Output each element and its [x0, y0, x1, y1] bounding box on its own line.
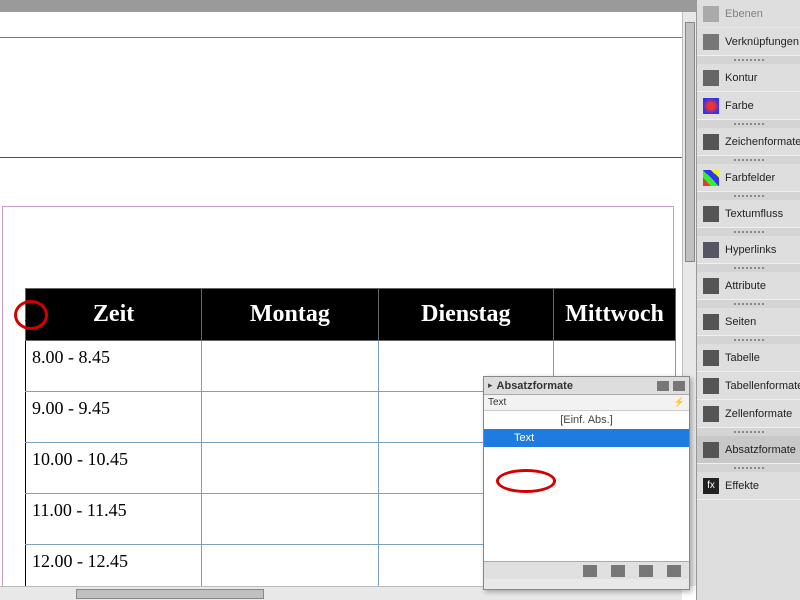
table-icon [703, 350, 719, 366]
panel-tab-zeichenformate[interactable]: Zeichenformate [697, 128, 800, 156]
trash-icon[interactable] [667, 565, 681, 577]
header-mittwoch[interactable]: Mittwoch [554, 289, 676, 341]
panel-tab-effekte[interactable]: fx Effekte [697, 472, 800, 500]
color-icon [703, 98, 719, 114]
panel-tab-tabelle[interactable]: Tabelle [697, 344, 800, 372]
header-zeit[interactable]: Zeit [26, 289, 202, 341]
annotation-circle [496, 469, 556, 493]
layers-icon [703, 6, 719, 22]
new-style-icon[interactable] [639, 565, 653, 577]
app-topbar [0, 0, 800, 12]
cell-time[interactable]: 9.00 - 9.45 [26, 392, 202, 443]
panel-tab-seiten[interactable]: Seiten [697, 308, 800, 336]
folder-icon[interactable] [583, 565, 597, 577]
panel-label: Absatzformate [725, 444, 796, 456]
cell[interactable] [202, 545, 378, 591]
panel-label: Tabellenformate [725, 380, 800, 392]
panel-label: Farbfelder [725, 172, 775, 184]
panel-label: Seiten [725, 316, 756, 328]
panel-label: Farbe [725, 100, 754, 112]
scroll-thumb[interactable] [685, 22, 695, 262]
panel-tab-attribute[interactable]: Attribute [697, 272, 800, 300]
ruler-line [0, 37, 682, 38]
panel-separator [697, 336, 800, 344]
panel-label: Kontur [725, 72, 757, 84]
cell[interactable] [202, 494, 378, 545]
hyperlink-icon [703, 242, 719, 258]
collapse-arrow-icon[interactable]: ▸ [488, 380, 493, 391]
panel-tab-verknuepfungen[interactable]: Verknüpfungen [697, 28, 800, 56]
panel-tab-textumfluss[interactable]: Textumfluss [697, 200, 800, 228]
cell-time[interactable]: 10.00 - 10.45 [26, 443, 202, 494]
stroke-icon [703, 70, 719, 86]
panel-separator [697, 120, 800, 128]
panel-tab-farbfelder[interactable]: Farbfelder [697, 164, 800, 192]
panel-tab-kontur[interactable]: Kontur [697, 64, 800, 92]
header-montag[interactable]: Montag [202, 289, 378, 341]
paragraph-styles-panel[interactable]: ▸ Absatzformate Text ⚡ [Einf. Abs.] Text [483, 376, 690, 590]
links-icon [703, 34, 719, 50]
panel-tab-ebenen[interactable]: Ebenen [697, 0, 800, 28]
swatches-icon [703, 170, 719, 186]
panel-menu-icon[interactable] [673, 381, 685, 391]
charstyle-icon [703, 134, 719, 150]
panel-separator [697, 264, 800, 272]
panel-label: Textumfluss [725, 208, 783, 220]
cellstyle-icon [703, 406, 719, 422]
panel-tab-absatzformate[interactable]: Absatzformate [697, 436, 800, 464]
panel-separator [697, 156, 800, 164]
panel-separator [697, 464, 800, 472]
panel-footer [484, 561, 689, 579]
panel-label: Tabelle [725, 352, 760, 364]
textwrap-icon [703, 206, 719, 222]
cell[interactable] [202, 443, 378, 494]
cell[interactable] [202, 341, 378, 392]
panel-separator [697, 56, 800, 64]
tablestyle-icon [703, 378, 719, 394]
current-style-name: Text [488, 397, 506, 408]
scroll-thumb[interactable] [76, 589, 264, 599]
style-basic-paragraph[interactable]: [Einf. Abs.] [484, 411, 689, 429]
panel-tab-tabellenformate[interactable]: Tabellenformate [697, 372, 800, 400]
parastyle-icon [703, 442, 719, 458]
panel-current-style-row: Text ⚡ [484, 395, 689, 411]
panel-separator [697, 192, 800, 200]
right-panel-dock: Ebenen Verknüpfungen Kontur Farbe Zeiche… [696, 0, 800, 600]
panel-separator [697, 300, 800, 308]
panel-tab-hyperlinks[interactable]: Hyperlinks [697, 236, 800, 264]
panel-title: Absatzformate [497, 380, 573, 392]
panel-label: Effekte [725, 480, 759, 492]
panel-label: Hyperlinks [725, 244, 776, 256]
panel-dock-icon[interactable] [657, 381, 669, 391]
panel-separator [697, 228, 800, 236]
attributes-icon [703, 278, 719, 294]
panel-label: Attribute [725, 280, 766, 292]
cell[interactable] [202, 392, 378, 443]
style-list[interactable]: [Einf. Abs.] Text [484, 411, 689, 561]
panel-label: Zeichenformate [725, 136, 800, 148]
cell-time[interactable]: 12.00 - 12.45 [26, 545, 202, 591]
cell-time[interactable]: 8.00 - 8.45 [26, 341, 202, 392]
page-top-edge [0, 157, 682, 158]
effects-icon: fx [703, 478, 719, 494]
panel-separator [697, 428, 800, 436]
cell-time[interactable]: 11.00 - 11.45 [26, 494, 202, 545]
header-dienstag[interactable]: Dienstag [378, 289, 553, 341]
panel-label: Zellenformate [725, 408, 792, 420]
panel-tab-farbe[interactable]: Farbe [697, 92, 800, 120]
panel-tab-zellenformate[interactable]: Zellenformate [697, 400, 800, 428]
panel-label: Ebenen [725, 8, 763, 20]
quick-apply-icon[interactable]: ⚡ [674, 397, 685, 408]
style-text[interactable]: Text [484, 429, 689, 447]
panel-label: Verknüpfungen [725, 36, 799, 48]
pages-icon [703, 314, 719, 330]
panel-titlebar[interactable]: ▸ Absatzformate [484, 377, 689, 395]
clear-override-icon[interactable] [611, 565, 625, 577]
